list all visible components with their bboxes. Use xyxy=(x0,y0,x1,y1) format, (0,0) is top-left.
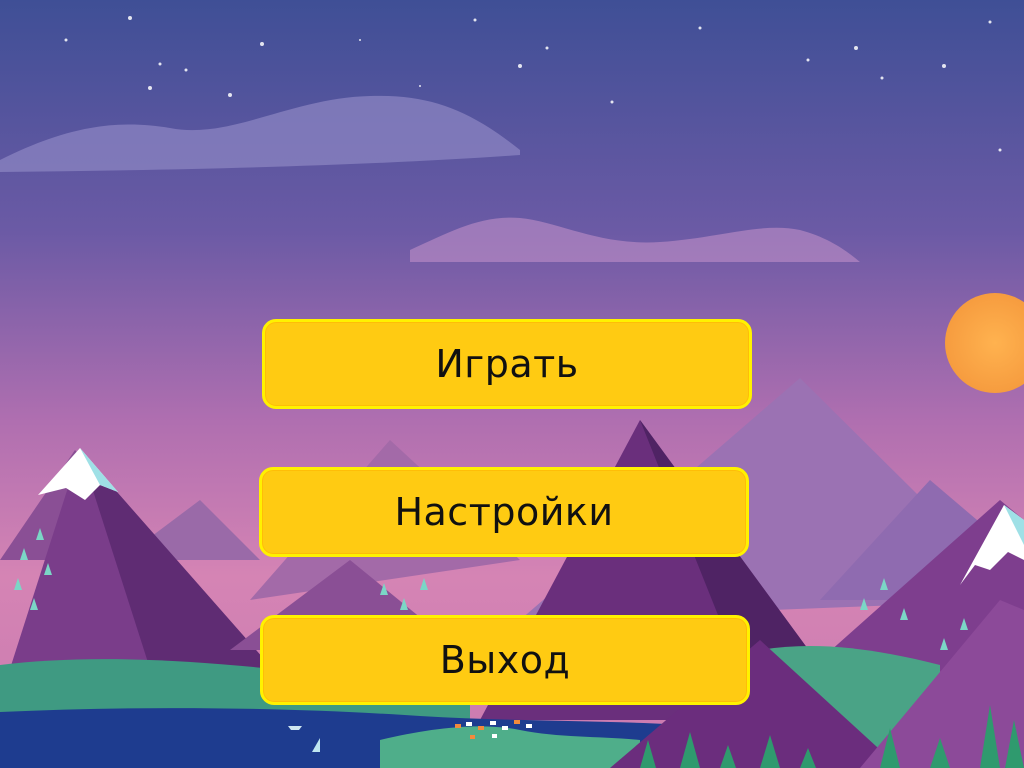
play-button-label: Играть xyxy=(435,342,579,386)
settings-button-label: Настройки xyxy=(394,490,614,534)
settings-button[interactable]: Настройки xyxy=(259,467,749,557)
exit-button[interactable]: Выход xyxy=(260,615,750,705)
exit-button-label: Выход xyxy=(439,638,571,682)
play-button[interactable]: Играть xyxy=(262,319,752,409)
